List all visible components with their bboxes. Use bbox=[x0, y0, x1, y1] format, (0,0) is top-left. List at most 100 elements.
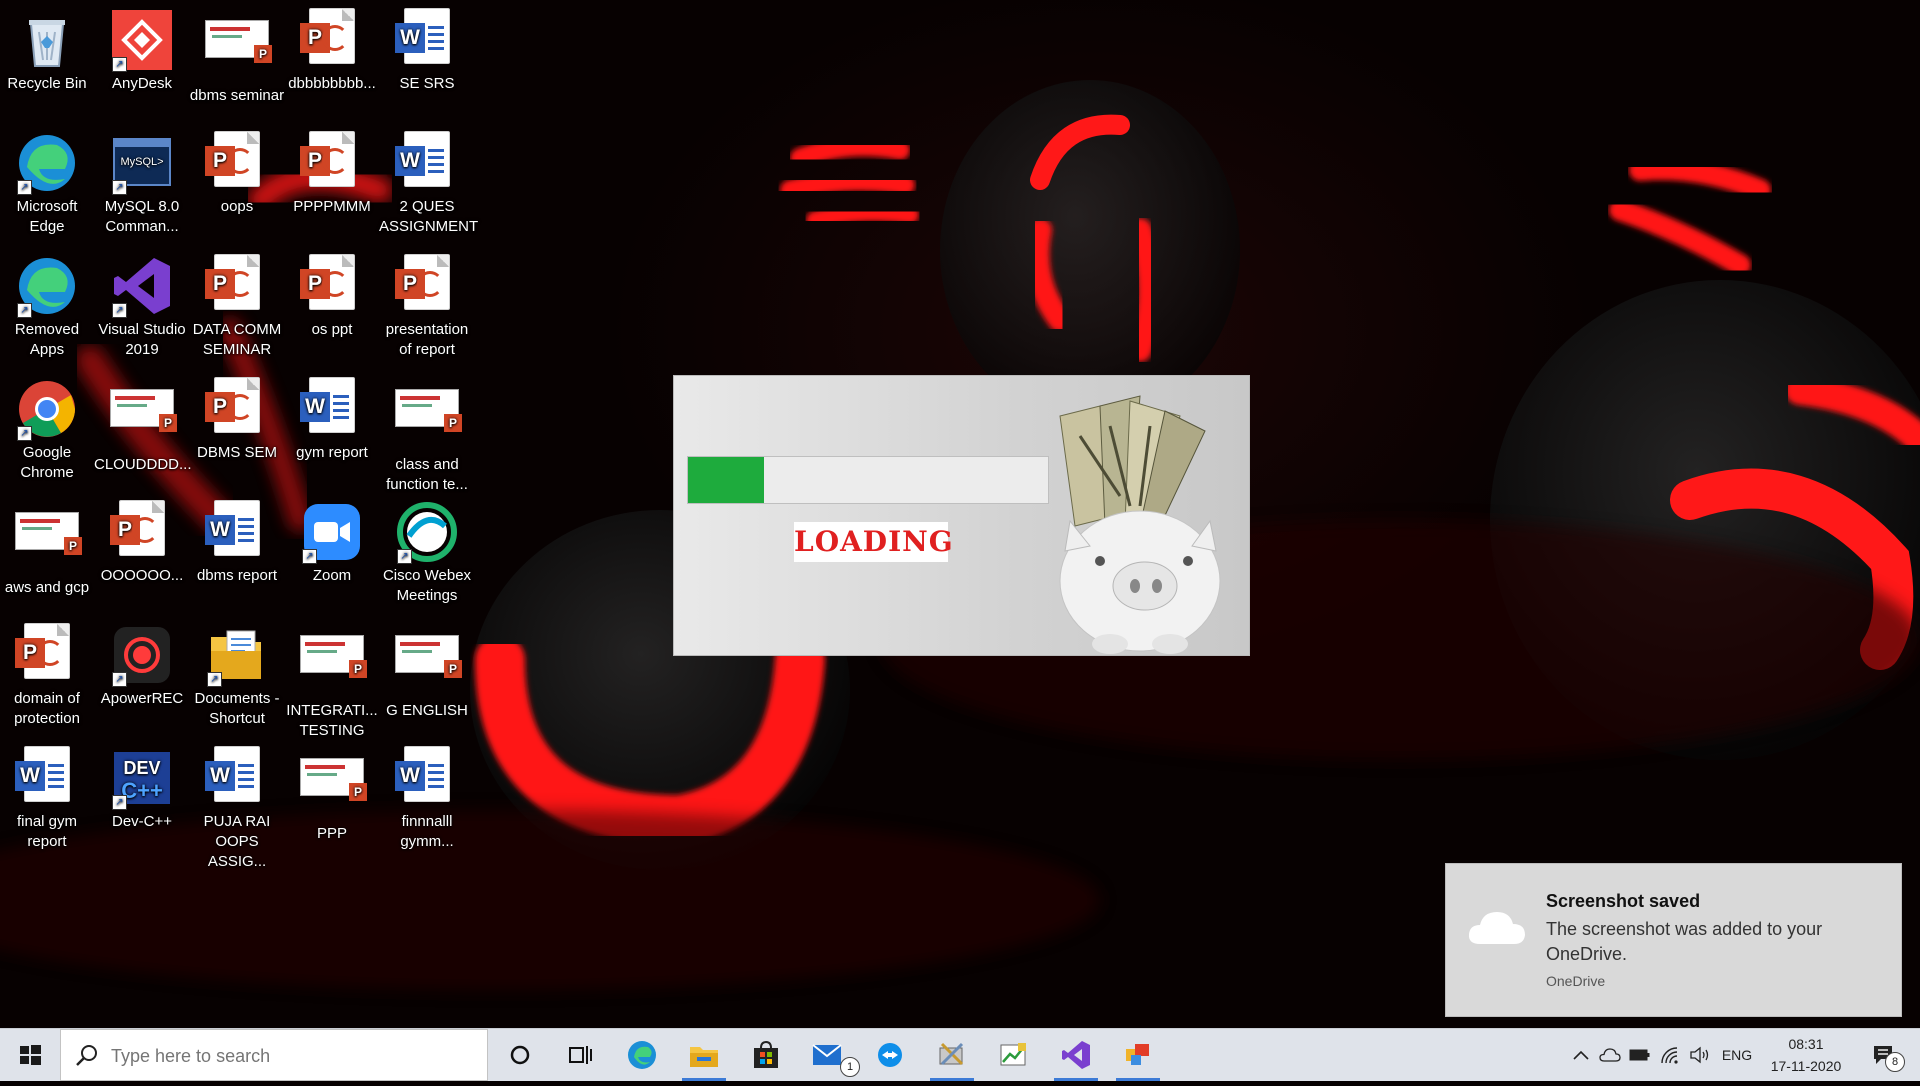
file-explorer-icon bbox=[690, 1047, 718, 1067]
desktop-icon[interactable]: ↗ ApowerREC bbox=[94, 617, 190, 709]
desktop-icon[interactable]: Wfinal gym report bbox=[0, 740, 95, 852]
desktop-icon-label: PUJA RAI OOPS ASSIG... bbox=[203, 813, 271, 870]
desktop-icon[interactable]: P DATA COMM SEMINAR bbox=[189, 248, 285, 360]
windows-app-icon bbox=[1126, 1044, 1149, 1065]
powerpoint-file-icon: P bbox=[205, 254, 269, 318]
shortcut-arrow-icon: ↗ bbox=[17, 180, 32, 195]
tray-battery[interactable] bbox=[1626, 1029, 1654, 1081]
taskbar-app-store[interactable] bbox=[738, 1029, 794, 1081]
desktop-icon-label: os ppt bbox=[311, 321, 353, 338]
onedrive-icon bbox=[1599, 1048, 1621, 1062]
loading-splash-window: LOADING bbox=[673, 375, 1250, 656]
desktop-icon-label: OOOOOO... bbox=[100, 567, 184, 584]
desktop-icon[interactable]: Recycle Bin bbox=[0, 2, 95, 94]
desktop-icon[interactable]: ↗ Removed Apps bbox=[0, 248, 95, 360]
powerpoint-file-icon: P bbox=[300, 8, 364, 72]
task-view-icon bbox=[569, 1046, 592, 1064]
taskbar-app-mail[interactable]: 1 bbox=[800, 1029, 860, 1081]
cortana-button[interactable] bbox=[492, 1029, 548, 1081]
shortcut-arrow-icon: ↗ bbox=[112, 672, 127, 687]
desktop-icon[interactable]: W SE SRS bbox=[379, 2, 475, 94]
desktop-icon[interactable]: Pclass and function te... bbox=[379, 371, 475, 495]
tray-language[interactable]: ENG bbox=[1716, 1029, 1758, 1081]
desktop-icon[interactable]: Wgym report bbox=[284, 371, 380, 463]
desktop-icon[interactable]: P PPP bbox=[284, 740, 380, 844]
desktop-icon[interactable]: P INTEGRATI... TESTING bbox=[284, 617, 380, 741]
desktop-icon-label: gym report bbox=[296, 444, 368, 461]
desktop-icon[interactable]: ↗ Zoom bbox=[284, 494, 380, 586]
desktop-icon[interactable]: Pos ppt bbox=[284, 248, 380, 340]
anydesk-icon: ↗ bbox=[110, 8, 174, 72]
tray-volume[interactable] bbox=[1686, 1029, 1714, 1081]
desktop-icon-label: Visual Studio 2019 bbox=[98, 321, 186, 358]
onedrive-toast-notification[interactable]: Screenshot saved The screenshot was adde… bbox=[1445, 863, 1902, 1017]
desktop-icon[interactable]: W PUJA RAI OOPS ASSIG... bbox=[189, 740, 285, 872]
desktop-icon[interactable]: Poops bbox=[189, 125, 285, 217]
desktop-icon[interactable]: Pdbbbbbbbb... bbox=[284, 2, 380, 94]
desktop-icon[interactable]: DEV C++ ↗ Dev-C++ bbox=[94, 740, 190, 832]
desktop-icon[interactable]: Ppresentation of report bbox=[379, 248, 475, 360]
desktop-icon[interactable]: ↗ Documents - Shortcut bbox=[189, 617, 285, 729]
desktop-icon-label: G ENGLISH bbox=[386, 702, 468, 719]
start-button[interactable] bbox=[0, 1029, 60, 1081]
desktop-icon[interactable]: ↗ Microsoft Edge bbox=[0, 125, 95, 237]
desktop-icon[interactable]: ↗ AnyDesk bbox=[94, 2, 190, 94]
visual-studio-icon bbox=[1062, 1041, 1090, 1069]
presentation-thumbnail-icon: P bbox=[205, 20, 272, 84]
presentation-thumbnail-icon: P bbox=[300, 635, 367, 699]
presentation-thumbnail-icon: P bbox=[15, 512, 82, 576]
taskbar-app-visual-studio[interactable] bbox=[1048, 1029, 1104, 1081]
taskbar-app-file-explorer[interactable] bbox=[676, 1029, 732, 1081]
show-hidden-icons-button[interactable] bbox=[1568, 1029, 1594, 1081]
word-file-icon: W bbox=[205, 500, 269, 564]
svg-text:MySQL>: MySQL> bbox=[120, 156, 163, 168]
desktop-icon[interactable]: P PPPPMMM bbox=[284, 125, 380, 217]
desktop-icon[interactable]: MySQL> ↗ MySQL 8.0 Comman... bbox=[94, 125, 190, 237]
desktop-icon-label: aws and gcp bbox=[4, 579, 90, 596]
taskbar-app-windows-app[interactable] bbox=[1110, 1029, 1166, 1081]
desktop-icon[interactable]: P G ENGLISH bbox=[379, 617, 475, 721]
tray-clock[interactable]: 08:31 17-11-2020 bbox=[1762, 1033, 1850, 1077]
zoom-icon: ↗ bbox=[300, 500, 364, 564]
desktop-icon[interactable]: Wdbms report bbox=[189, 494, 285, 586]
powerpoint-file-icon: P bbox=[205, 377, 269, 441]
desktop-icon-label: class and function te... bbox=[386, 456, 468, 493]
desktop-icon[interactable]: ↗ Cisco Webex Meetings bbox=[379, 494, 475, 606]
desktop-icon[interactable]: P CLOUDDDD... bbox=[94, 371, 192, 475]
shortcut-arrow-icon: ↗ bbox=[17, 426, 32, 441]
desktop-icon-label: Microsoft Edge bbox=[16, 198, 78, 235]
taskbar-app-teamviewer[interactable] bbox=[862, 1029, 918, 1081]
chrome-icon: ↗ bbox=[15, 377, 79, 441]
taskbar-app-edge[interactable] bbox=[614, 1029, 670, 1081]
desktop-icon[interactable]: P DBMS SEM bbox=[189, 371, 285, 463]
desktop-icon[interactable]: Wfinnnalll gymm... bbox=[379, 740, 475, 852]
action-center-button[interactable]: 8 bbox=[1862, 1029, 1906, 1081]
desktop-icon[interactable]: Paws and gcp bbox=[0, 494, 95, 598]
loading-label: LOADING bbox=[794, 522, 953, 562]
mysql-icon: MySQL> ↗ bbox=[110, 131, 174, 195]
shortcut-arrow-icon: ↗ bbox=[397, 549, 412, 564]
tray-wifi[interactable] bbox=[1656, 1029, 1684, 1081]
taskbar-app-spreadsheet[interactable] bbox=[986, 1029, 1042, 1081]
tray-onedrive[interactable] bbox=[1596, 1029, 1624, 1081]
progress-bar bbox=[687, 456, 1049, 504]
desktop-icon[interactable]: W2 QUES ASSIGNMENT bbox=[379, 125, 478, 237]
desktop-icon[interactable]: ↗ Google Chrome bbox=[0, 371, 95, 483]
notification-count-badge: 8 bbox=[1885, 1052, 1905, 1072]
desktop-icon[interactable]: P OOOOOO... bbox=[94, 494, 190, 586]
search-input[interactable] bbox=[109, 1038, 473, 1074]
webex-icon: ↗ bbox=[395, 500, 459, 564]
desktop-icon[interactable]: ↗ Visual Studio 2019 bbox=[94, 248, 190, 360]
toast-title: Screenshot saved bbox=[1546, 891, 1701, 911]
desktop-icon[interactable]: Pdomain of protection bbox=[0, 617, 95, 729]
desktop-icon-label: DATA COMM SEMINAR bbox=[192, 321, 282, 358]
desktop-icon-label: domain of protection bbox=[14, 690, 80, 727]
shortcut-arrow-icon: ↗ bbox=[112, 303, 127, 318]
task-view-button[interactable] bbox=[552, 1029, 608, 1081]
desktop-icon[interactable]: Pdbms seminar bbox=[189, 2, 285, 106]
word-file-icon: W bbox=[395, 746, 459, 810]
taskbar-search-box[interactable] bbox=[60, 1029, 488, 1081]
devcpp-icon: DEV C++ ↗ bbox=[110, 746, 174, 810]
desktop-icon-label: presentation of report bbox=[385, 321, 469, 358]
taskbar-app-control-panel[interactable] bbox=[924, 1029, 980, 1081]
